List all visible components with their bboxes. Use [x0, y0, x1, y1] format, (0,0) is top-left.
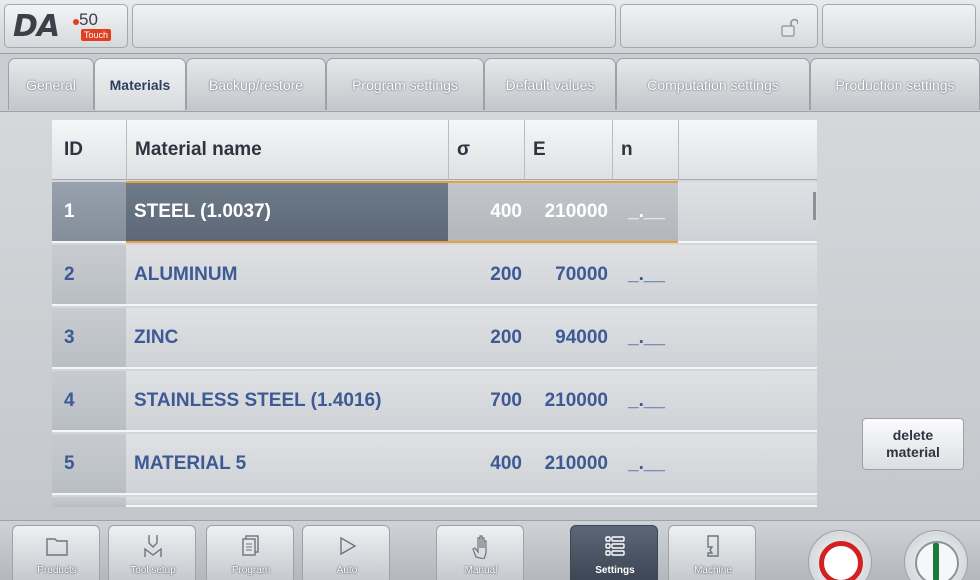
- brand-model: 50: [79, 10, 98, 29]
- row-e: 70000: [555, 264, 608, 285]
- header-sigma: σ: [448, 120, 524, 180]
- nav-auto[interactable]: Auto: [302, 525, 390, 580]
- tab-label: Program settings: [352, 76, 458, 93]
- folder-icon: [46, 538, 68, 556]
- start-bar: [933, 543, 939, 580]
- row-id: 1: [64, 201, 75, 222]
- row-id: 5: [64, 453, 75, 474]
- tab-label: Computation settings: [647, 76, 779, 93]
- tab-label: Production settings: [835, 76, 955, 93]
- header-id: ID: [64, 139, 83, 160]
- table-row[interactable]: 2 ALUMINUM 200 70000 _.__: [52, 245, 817, 306]
- row-id: 3: [64, 327, 75, 348]
- row-sigma: 200: [490, 327, 522, 348]
- tab-production-settings[interactable]: Production settings: [810, 58, 980, 110]
- header-n: n: [612, 120, 678, 180]
- play-icon: [340, 536, 357, 556]
- nav-products[interactable]: Products: [12, 525, 100, 580]
- row-n: _.__: [628, 453, 665, 474]
- row-sigma: 400: [490, 201, 522, 222]
- settings-tabs: General Materials Backup/restore Program…: [0, 54, 980, 112]
- nav-settings[interactable]: Settings: [570, 525, 658, 580]
- unlocked-icon[interactable]: [780, 17, 798, 37]
- table-row[interactable]: 3 ZINC 200 94000 _.__: [52, 308, 817, 369]
- nav-label: Tool setup: [130, 565, 176, 576]
- delete-material-button[interactable]: delete material: [862, 418, 964, 470]
- stop-icon: [819, 541, 863, 580]
- start-button[interactable]: [904, 530, 968, 580]
- materials-table: ID Material name σ E n 1 STEEL (1.0037) …: [52, 120, 817, 507]
- materials-panel: ID Material name σ E n 1 STEEL (1.0037) …: [0, 111, 980, 520]
- row-n: _.__: [628, 201, 665, 222]
- tab-label: General: [26, 76, 76, 93]
- row-e: 210000: [544, 453, 608, 474]
- nav-tool-setup[interactable]: Tool setup: [108, 525, 196, 580]
- header-spare: [678, 120, 817, 180]
- row-material-name: MATERIAL 5: [134, 453, 247, 474]
- nav-manual[interactable]: Manual: [436, 525, 524, 580]
- table-header: ID Material name σ E n: [52, 120, 817, 180]
- delete-material-label: delete material: [886, 427, 940, 460]
- settings-list-icon: [605, 536, 625, 556]
- row-sigma: 200: [490, 264, 522, 285]
- table-row[interactable]: 1 STEEL (1.0037) 400 210000 _.__: [52, 181, 817, 243]
- row-sigma: 700: [490, 390, 522, 411]
- scrollbar[interactable]: [813, 192, 816, 220]
- info-field: [822, 4, 976, 48]
- tab-backup-restore[interactable]: Backup/restore: [186, 58, 326, 110]
- nav-label: Settings: [595, 565, 635, 576]
- tab-default-values[interactable]: Default values: [484, 58, 616, 110]
- row-e: 94000: [555, 327, 608, 348]
- nav-label: Products: [37, 565, 77, 576]
- brand-edition: Touch: [81, 29, 112, 41]
- tool-setup-icon: [144, 535, 162, 557]
- table-row[interactable]: 5 MATERIAL 5 400 210000 _.__: [52, 434, 817, 495]
- table-row[interactable]: 4 STAINLESS STEEL (1.4016) 700 210000 _.…: [52, 371, 817, 432]
- program-pages-icon: [242, 535, 259, 556]
- row-n: _.__: [628, 390, 665, 411]
- header-e: E: [524, 120, 612, 180]
- tab-label: Materials: [109, 76, 171, 93]
- message-field: [132, 4, 616, 48]
- row-id: 4: [64, 390, 75, 411]
- row-n: _.__: [628, 327, 665, 348]
- top-status-bar: DA 50 Touch: [0, 0, 980, 54]
- row-n: _.__: [628, 264, 665, 285]
- id-cell: [52, 497, 126, 507]
- row-material-name: STAINLESS STEEL (1.4016): [134, 390, 382, 411]
- tab-label: Default values: [505, 76, 595, 93]
- row-e: 210000: [544, 390, 608, 411]
- row-material-name: STEEL (1.0037): [134, 201, 271, 222]
- header-material-name: Material name: [126, 120, 448, 180]
- nav-label: Machine: [694, 565, 732, 576]
- row-e: 210000: [544, 201, 608, 222]
- tab-general[interactable]: General: [8, 58, 94, 110]
- stop-button[interactable]: [808, 530, 872, 580]
- tab-label: Backup/restore: [208, 76, 304, 93]
- tab-program-settings[interactable]: Program settings: [326, 58, 484, 110]
- nav-label: Auto: [336, 565, 358, 576]
- row-id: 2: [64, 264, 75, 285]
- nav-program[interactable]: Program: [206, 525, 294, 580]
- da-logo: DA 50 Touch: [4, 4, 128, 48]
- table-row-partial: [52, 497, 817, 507]
- tab-materials[interactable]: Materials: [94, 58, 186, 110]
- selection-bottom-line: [126, 241, 678, 243]
- tab-computation-settings[interactable]: Computation settings: [616, 58, 810, 110]
- main-navigation: Products Tool setup Program Auto Manual: [0, 520, 980, 580]
- nav-label: Manual: [464, 565, 498, 576]
- row-material-name: ZINC: [134, 327, 179, 348]
- nav-machine[interactable]: Machine: [668, 525, 756, 580]
- machine-icon: [707, 535, 719, 557]
- nav-label: Program: [231, 565, 271, 576]
- row-sigma: 400: [490, 453, 522, 474]
- row-material-name: ALUMINUM: [134, 264, 238, 285]
- brand-name: DA: [13, 9, 60, 44]
- hand-icon: [472, 535, 487, 559]
